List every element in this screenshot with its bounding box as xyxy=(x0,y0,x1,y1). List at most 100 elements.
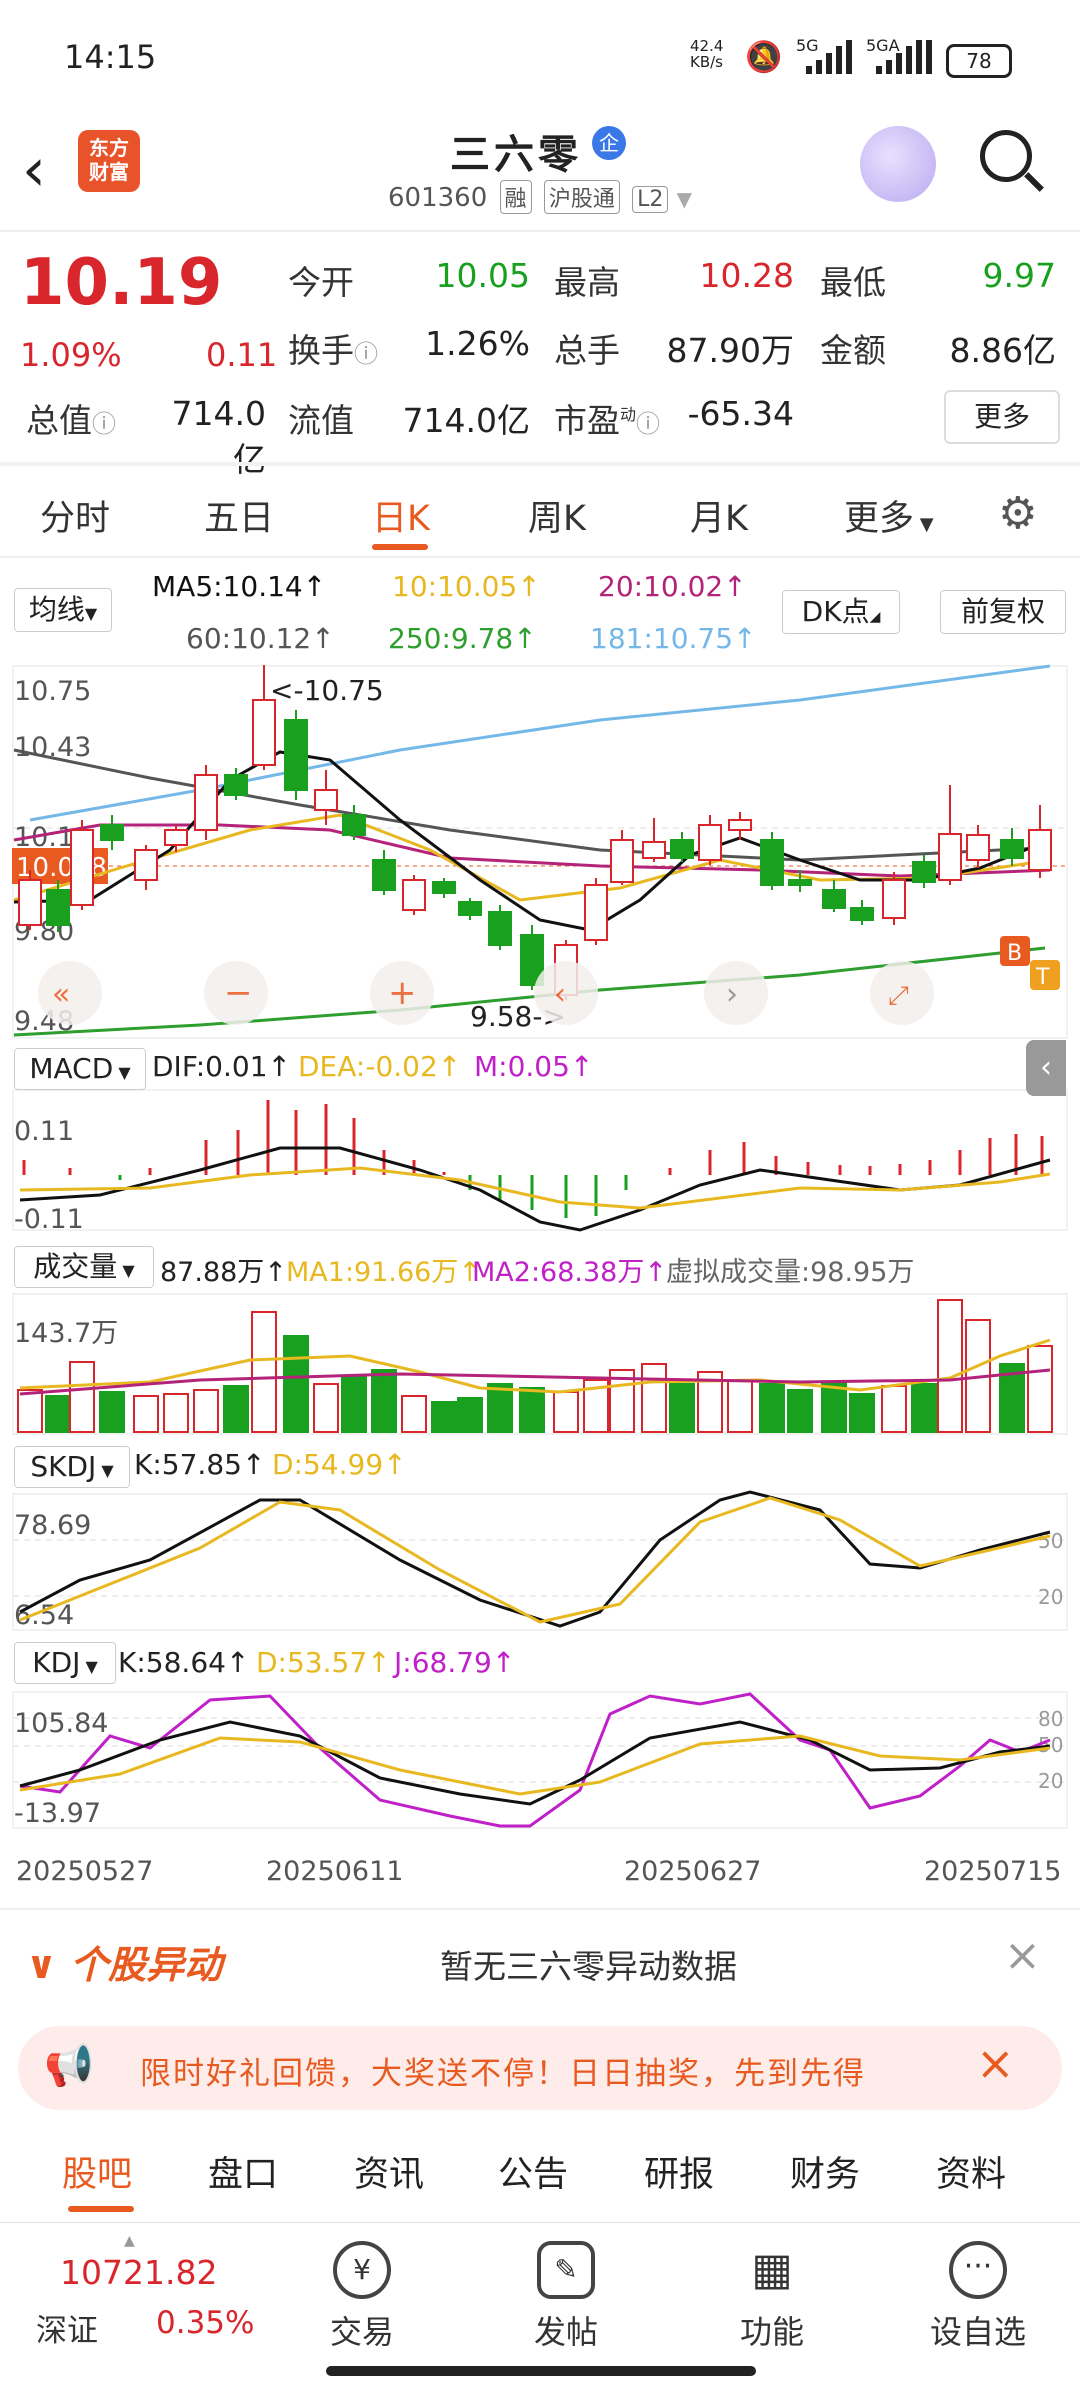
kdj-j-line xyxy=(19,1692,1051,1828)
signal-icon-2 xyxy=(876,40,932,74)
grid-icon: ▦ xyxy=(751,2244,793,2295)
stock-alert-text: 暂无三六零异动数据 xyxy=(440,1947,737,1986)
kline-chart-area[interactable]: 10.75 10.43 10.11 9.80 9.48 10.068 <-10.… xyxy=(0,660,1080,1920)
volume-bar xyxy=(669,1383,695,1433)
macd-selector[interactable]: MACD ▼ xyxy=(14,1048,146,1090)
volume-bar xyxy=(457,1397,483,1433)
expand-icon: ⤢ xyxy=(888,981,909,1011)
edit-icon: ✎ xyxy=(537,2241,595,2299)
robot-assistant-icon[interactable] xyxy=(860,126,936,202)
ma250-value: 250:9.78↑ xyxy=(388,622,537,655)
tab-news[interactable]: 资讯 xyxy=(354,2146,424,2197)
stock-code-line[interactable]: 601360 融 沪股通 L2 ▼ xyxy=(388,180,692,214)
yen-icon: ¥ xyxy=(333,2241,391,2299)
candle-body xyxy=(822,889,846,909)
tab-daily-k[interactable]: 日K xyxy=(372,490,430,541)
volume-bar xyxy=(193,1389,219,1433)
promo-banner[interactable]: 📢 限时好礼回馈，大奖送不停！日日抽奖，先到先得 × xyxy=(18,2026,1062,2110)
promo-text: 限时好礼回馈，大奖送不停！日日抽奖，先到先得 xyxy=(140,2056,866,2092)
volume-bar xyxy=(487,1383,513,1433)
turnover-value: 1.26% xyxy=(425,324,530,363)
tab-profile[interactable]: 资料 xyxy=(936,2146,1006,2197)
tab-orderbook[interactable]: 盘口 xyxy=(208,2146,278,2197)
candle-body xyxy=(610,839,634,883)
macd-dea: DEA:-0.02↑ xyxy=(298,1050,462,1083)
stock-code: 601360 xyxy=(388,183,488,213)
kdj-selector[interactable]: KDJ ▼ xyxy=(14,1642,116,1684)
date-label-4: 20250715 xyxy=(924,1856,1061,1887)
tag-margin: 融 xyxy=(499,180,532,214)
adjust-button[interactable]: 前复权 xyxy=(940,590,1066,634)
candle-body xyxy=(134,849,158,881)
mktcap-value: 714.0亿 xyxy=(171,394,266,479)
info-icon: ⓘ xyxy=(354,340,378,368)
ma10-value: 10:10.05↑ xyxy=(392,570,541,603)
candle-body xyxy=(402,879,426,911)
macd-bars xyxy=(22,1100,1044,1218)
skdj-selector[interactable]: SKDJ ▼ xyxy=(14,1446,130,1488)
search-icon[interactable] xyxy=(980,130,1032,182)
candle-body xyxy=(100,824,124,841)
tag-l2: L2 xyxy=(632,186,669,213)
back-icon[interactable]: ‹ xyxy=(22,140,46,200)
tab-monthly-k[interactable]: 月K xyxy=(690,490,748,541)
candle-body xyxy=(284,719,308,791)
date-label-1: 20250527 xyxy=(16,1856,153,1887)
index-name: 深证 xyxy=(36,2313,98,2349)
ma-selector[interactable]: 均线▼ xyxy=(14,588,112,632)
volume-bar xyxy=(371,1369,397,1433)
skdj-k-value: K:57.85↑ xyxy=(134,1448,266,1481)
stock-alert-title[interactable]: ∨ 个股异动 xyxy=(26,1934,222,1989)
tab-research[interactable]: 研报 xyxy=(644,2146,714,2197)
close-icon[interactable]: × xyxy=(976,2036,1015,2090)
volume-bar xyxy=(553,1391,579,1433)
max-price-label: <-10.75 xyxy=(270,674,384,707)
kdj-j-value: J:68.79↑ xyxy=(394,1646,516,1679)
last-price: 10.19 xyxy=(20,246,223,320)
kdj-80-label: 80 xyxy=(1038,1707,1063,1731)
volume-bar xyxy=(69,1361,95,1433)
candle-body xyxy=(1000,839,1024,859)
tab-financials[interactable]: 财务 xyxy=(790,2146,860,2197)
macd-bottom-label: -0.11 xyxy=(14,1204,84,1235)
tab-forum[interactable]: 股吧 xyxy=(62,2146,132,2197)
candle-body xyxy=(788,879,812,886)
mktcap-label: 总值ⓘ xyxy=(26,401,116,440)
candle-body xyxy=(342,814,366,836)
volume-bar xyxy=(911,1383,937,1433)
more-dots-icon: ··· xyxy=(949,2241,1007,2299)
nav-trade[interactable]: ¥ 交易 xyxy=(302,2241,422,2353)
volume-bar xyxy=(727,1379,753,1433)
float-value: 714.0亿 xyxy=(402,401,530,440)
nav-functions[interactable]: ▦ 功能 xyxy=(712,2241,832,2353)
more-button[interactable]: 更多 xyxy=(944,390,1060,444)
chart-tabs: 分时 五日 日K 周K 月K 更多 ▼ ⚙ xyxy=(0,470,1080,550)
volume-bar xyxy=(313,1383,339,1433)
volume-bar xyxy=(283,1335,309,1433)
volume-bar xyxy=(431,1401,457,1433)
tab-announcements[interactable]: 公告 xyxy=(498,2146,568,2197)
volume-bar xyxy=(759,1383,785,1433)
divider xyxy=(0,556,1080,558)
nav-watchlist[interactable]: ··· 设自选 xyxy=(918,2241,1038,2353)
candle-body xyxy=(164,829,188,846)
skdj-top-label: 78.69 xyxy=(14,1510,91,1541)
volume-bar xyxy=(937,1299,963,1433)
tab-five-day[interactable]: 五日 xyxy=(204,490,274,541)
kdj-bottom-label: -13.97 xyxy=(14,1798,101,1829)
volume-selector[interactable]: 成交量 ▼ xyxy=(14,1246,154,1288)
candlesticks xyxy=(18,665,1052,1000)
volume-value: 87.90万 xyxy=(666,331,794,370)
divider xyxy=(0,230,1080,232)
gear-icon[interactable]: ⚙ xyxy=(998,488,1037,539)
side-panel-toggle-icon[interactable]: ‹ xyxy=(1026,1040,1066,1096)
nav-post[interactable]: ✎ 发帖 xyxy=(506,2241,626,2353)
tab-more[interactable]: 更多 ▼ xyxy=(844,490,934,541)
chevron-down-icon: ▼ xyxy=(676,187,693,211)
dk-point-button[interactable]: DK点◢ xyxy=(782,590,900,634)
close-icon[interactable]: × xyxy=(1004,1930,1041,1981)
candle-body xyxy=(670,839,694,859)
tab-intraday[interactable]: 分时 xyxy=(40,490,110,541)
kdj-d-value: D:53.57↑ xyxy=(256,1646,391,1679)
tab-weekly-k[interactable]: 周K xyxy=(528,490,586,541)
